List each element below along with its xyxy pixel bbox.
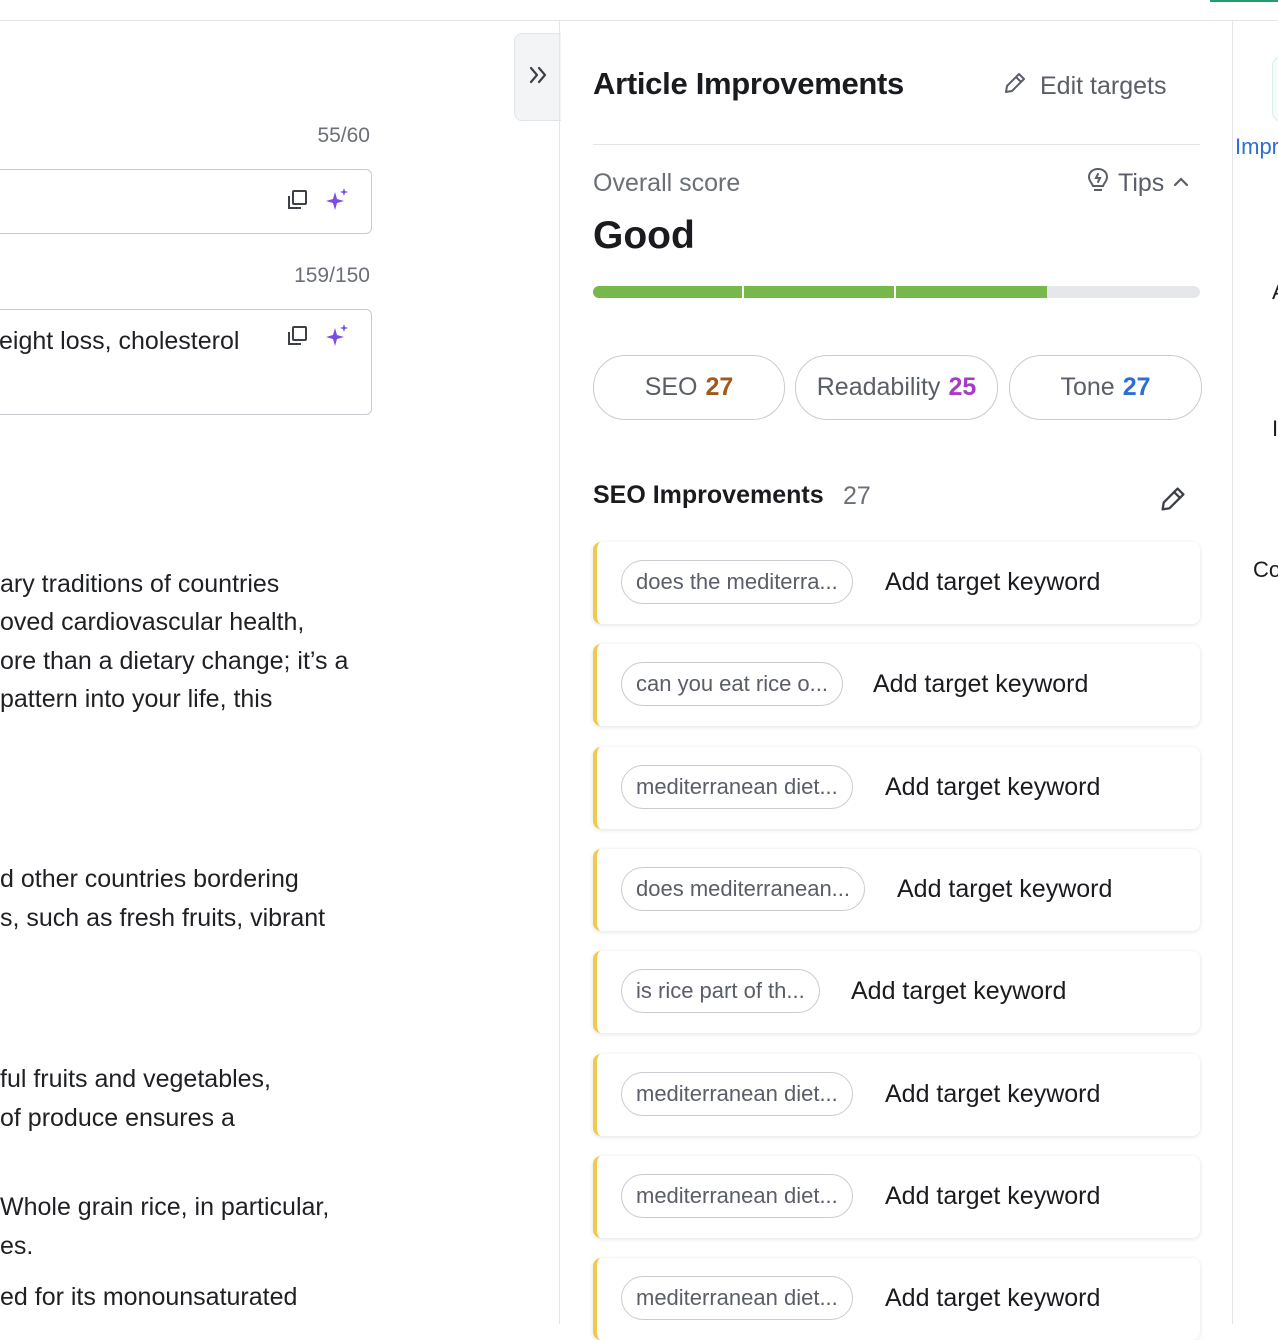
card-action: Add target keyword — [885, 1284, 1101, 1312]
score-bar-segment — [896, 286, 1047, 298]
article-paragraph-line[interactable]: s, such as fresh fruits, vibrant — [0, 899, 325, 938]
card-action: Add target keyword — [885, 773, 1101, 801]
improvement-card[interactable]: mediterranean diet... Add target keyword — [593, 747, 1200, 829]
description-char-counter: 159/150 — [294, 264, 370, 287]
tone-score-pill[interactable]: Tone 27 — [1009, 355, 1202, 420]
readability-score-pill[interactable]: Readability 25 — [795, 355, 998, 420]
sidebar-label[interactable]: I — [1272, 416, 1278, 442]
keyword-chip: mediterranean diet... — [621, 765, 853, 809]
description-field[interactable]: eight loss, cholesterol — [0, 309, 372, 415]
sidebar-divider — [1232, 21, 1233, 1324]
panel-title: Article Improvements — [593, 66, 904, 101]
copy-icon[interactable] — [283, 322, 311, 350]
overall-score-value: Good — [593, 214, 695, 257]
article-paragraph-line[interactable]: of produce ensures a — [0, 1099, 235, 1138]
article-paragraph-line[interactable]: ed for its monounsaturated — [0, 1278, 297, 1317]
description-text: eight loss, cholesterol — [0, 327, 240, 355]
section-count: 27 — [843, 482, 871, 510]
pencil-icon — [1002, 70, 1028, 103]
card-action: Add target keyword — [897, 875, 1113, 903]
pill-value: 25 — [948, 373, 977, 401]
top-border — [0, 20, 1278, 21]
article-paragraph-line[interactable]: oved cardiovascular health, — [0, 603, 304, 642]
lightbulb-icon — [1086, 167, 1110, 200]
pill-label: SEO — [644, 373, 698, 401]
double-chevron-right-icon — [527, 64, 549, 91]
copy-icon[interactable] — [283, 186, 311, 214]
sidebar-label[interactable]: Co — [1253, 557, 1278, 583]
pill-value: 27 — [1122, 373, 1151, 401]
keyword-chip: is rice part of th... — [621, 969, 820, 1013]
article-paragraph-line[interactable]: ful fruits and vegetables, — [0, 1060, 271, 1099]
edit-seo-button[interactable] — [1158, 484, 1188, 519]
edit-targets-label: Edit targets — [1040, 72, 1167, 100]
ai-sparkle-icon[interactable] — [323, 322, 351, 350]
article-paragraph-line[interactable]: d other countries bordering — [0, 860, 299, 899]
sidebar-label[interactable]: A — [1272, 279, 1278, 305]
keyword-chip: mediterranean diet... — [621, 1276, 853, 1320]
card-action: Add target keyword — [885, 1080, 1101, 1108]
collapse-panel-button[interactable] — [514, 33, 561, 121]
edit-targets-button[interactable]: Edit targets — [1002, 70, 1166, 103]
keyword-chip: mediterranean diet... — [621, 1072, 853, 1116]
panel-divider — [559, 21, 560, 1324]
top-accent — [1210, 0, 1278, 2]
improvements-tab-icon-bg[interactable] — [1272, 56, 1278, 122]
pencil-icon — [1158, 487, 1188, 518]
overall-score-bar — [593, 286, 1200, 298]
score-bar-segment — [593, 286, 742, 298]
improvement-card[interactable]: mediterranean diet... Add target keyword — [593, 1054, 1200, 1136]
overall-score-label: Overall score — [593, 169, 741, 197]
score-bar-segment — [744, 286, 894, 298]
tips-label: Tips — [1118, 169, 1165, 197]
card-action: Add target keyword — [873, 670, 1089, 698]
article-paragraph-line[interactable]: ore than a dietary change; it’s a — [0, 642, 348, 681]
seo-score-pill[interactable]: SEO 27 — [593, 355, 785, 420]
pill-value: 27 — [705, 373, 734, 401]
ai-sparkle-icon[interactable] — [323, 186, 351, 214]
keyword-chip: can you eat rice o... — [621, 662, 843, 706]
improvement-card[interactable]: can you eat rice o... Add target keyword — [593, 644, 1200, 726]
improvement-card[interactable]: mediterranean diet... Add target keyword — [593, 1258, 1200, 1340]
article-paragraph-line[interactable]: pattern into your life, this — [0, 680, 272, 719]
keyword-chip: does the mediterra... — [621, 560, 853, 604]
keyword-chip: mediterranean diet... — [621, 1174, 853, 1218]
improvement-card[interactable]: does mediterranean... Add target keyword — [593, 849, 1200, 931]
improvement-card[interactable]: does the mediterra... Add target keyword — [593, 542, 1200, 624]
pill-label: Tone — [1060, 373, 1115, 401]
improvement-card[interactable]: is rice part of th... Add target keyword — [593, 951, 1200, 1033]
section-title: SEO Improvements — [593, 481, 824, 509]
improvement-card[interactable]: mediterranean diet... Add target keyword — [593, 1156, 1200, 1238]
card-action: Add target keyword — [885, 568, 1101, 596]
keyword-chip: does mediterranean... — [621, 867, 866, 911]
card-action: Add target keyword — [885, 1182, 1101, 1210]
title-char-counter: 55/60 — [317, 124, 370, 147]
chevron-up-icon — [1172, 169, 1190, 198]
divider — [593, 144, 1200, 145]
pill-label: Readability — [816, 373, 941, 401]
title-field[interactable] — [0, 169, 372, 234]
card-action: Add target keyword — [851, 977, 1067, 1005]
article-paragraph-line[interactable]: Whole grain rice, in particular, — [0, 1188, 329, 1227]
tips-toggle[interactable]: Tips — [1086, 167, 1190, 200]
article-paragraph-line[interactable]: es. — [0, 1227, 33, 1266]
improvements-tab-label[interactable]: Impr — [1235, 134, 1278, 160]
article-paragraph-line[interactable]: ary traditions of countries — [0, 565, 279, 604]
